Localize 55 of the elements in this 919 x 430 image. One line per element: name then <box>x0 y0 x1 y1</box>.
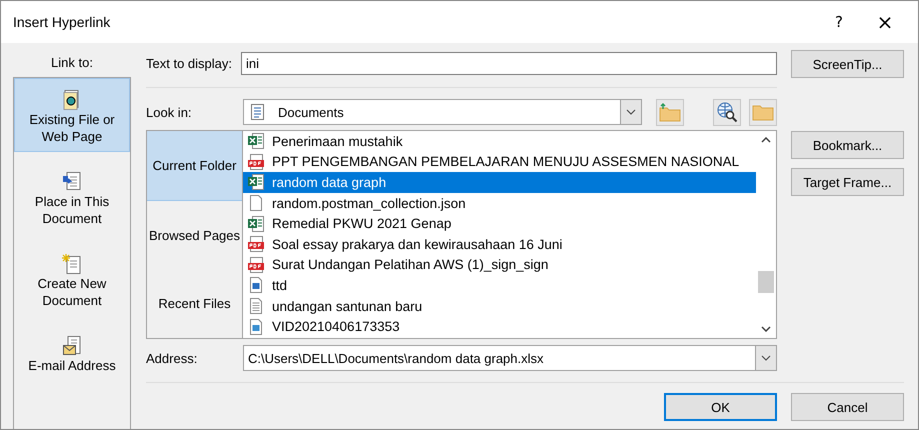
file-item[interactable]: PPT PENGEMBANGAN PEMBELAJARAN MENUJU ASSESMEN NASIONAL <box>243 152 756 172</box>
text-to-display-label: Text to display: <box>146 56 233 71</box>
new-document-icon <box>62 253 82 275</box>
excel-file-icon <box>248 216 264 232</box>
document-icon <box>250 103 266 121</box>
cancel-button[interactable]: Cancel <box>791 393 904 421</box>
option-label: E-mail Address <box>28 357 116 374</box>
look-in-dropdown[interactable]: Documents <box>243 99 642 125</box>
option-label: Existing File or Web Page <box>28 111 116 145</box>
file-item[interactable]: Soal essay prakarya dan kewirausahaan 16 Juni <box>243 234 756 255</box>
link-to-option[interactable]: Place in This Document <box>14 160 130 234</box>
file-item[interactable]: undangan santunan baru <box>243 296 756 316</box>
side-button[interactable]: Bookmark... <box>791 131 904 159</box>
image-file-icon <box>248 277 264 294</box>
video-file-icon <box>248 318 264 335</box>
browse-folder-button[interactable] <box>749 98 777 126</box>
option-label: Place in This Document <box>34 193 110 227</box>
link-to-option[interactable]: E-mail Address <box>14 324 130 381</box>
address-field[interactable]: C:\Users\DELL\Documents\random data graph.xlsx <box>243 345 777 371</box>
option-label: Create New Document <box>36 275 108 309</box>
envelope-document-icon <box>62 335 82 357</box>
file-item[interactable]: Surat Undangan Pelatihan AWS (1)_sign_sign <box>243 254 756 276</box>
pdf-file-icon <box>248 256 264 273</box>
scroll-thumb[interactable] <box>758 271 774 293</box>
link-to-option[interactable]: Existing File or Web Page <box>14 78 130 152</box>
blank-file-icon <box>248 195 264 212</box>
browse-web-button[interactable] <box>713 98 741 126</box>
document-arrow-icon <box>62 171 82 193</box>
file-item[interactable]: VID20210406173353 <box>243 316 756 337</box>
screentip-button[interactable]: ScreenTip... <box>791 50 904 78</box>
up-folder-button[interactable] <box>656 98 684 126</box>
link-to-label: Link to: <box>50 54 94 72</box>
file-item[interactable]: random.postman_collection.json <box>243 192 756 214</box>
browse-tab[interactable]: Current Folder <box>147 131 242 201</box>
address-label: Address: <box>146 350 198 366</box>
window-title: Insert Hyperlink <box>13 14 112 30</box>
pdf-file-icon <box>248 236 264 252</box>
scroll-down-icon <box>761 326 771 332</box>
help-button[interactable]: ? <box>816 1 862 43</box>
excel-file-icon <box>248 174 264 190</box>
link-to-option[interactable]: Create New Document <box>14 242 130 316</box>
browse-tab[interactable]: Recent Files <box>147 270 242 338</box>
text-file-icon <box>248 298 264 314</box>
look-in-label: Look in: <box>146 104 193 120</box>
browse-tab[interactable]: Browsed Pages <box>147 201 242 270</box>
file-item[interactable]: Penerimaan mustahik <box>243 131 756 152</box>
close-button[interactable]: × <box>862 1 908 43</box>
ok-button[interactable]: OK <box>664 393 777 421</box>
file-item[interactable]: Remedial PKWU 2021 Genap <box>243 213 756 234</box>
pdf-file-icon <box>248 154 264 170</box>
scroll-up-icon <box>761 137 771 143</box>
side-button[interactable]: Target Frame... <box>791 168 904 196</box>
text-to-display-field[interactable]: ini <box>241 52 777 75</box>
file-item[interactable]: ttd <box>243 275 756 296</box>
file-item[interactable]: random data graph <box>243 172 756 193</box>
